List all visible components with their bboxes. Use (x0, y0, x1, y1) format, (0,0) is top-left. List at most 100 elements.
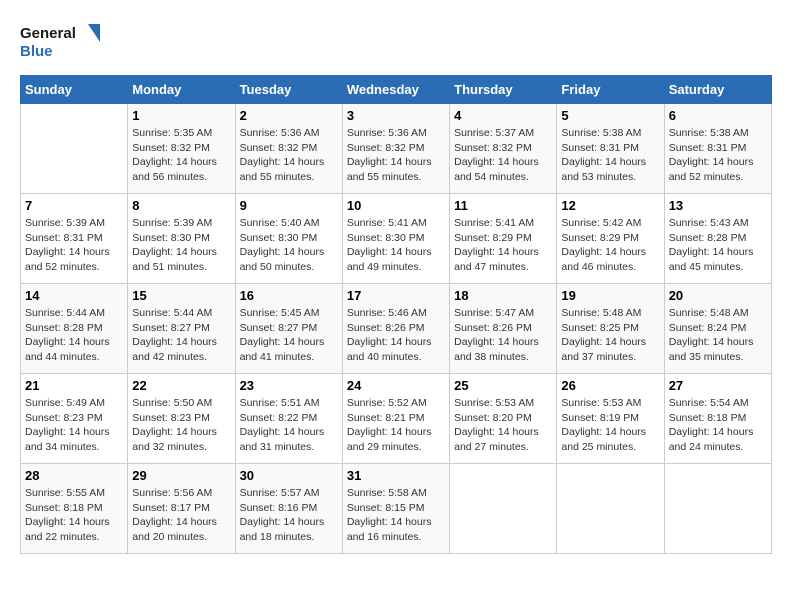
day-number: 8 (132, 198, 230, 213)
day-info: Sunrise: 5:46 AM Sunset: 8:26 PM Dayligh… (347, 306, 445, 365)
day-number: 16 (240, 288, 338, 303)
calendar-cell: 30 Sunrise: 5:57 AM Sunset: 8:16 PM Dayli… (235, 464, 342, 554)
calendar-cell: 29 Sunrise: 5:56 AM Sunset: 8:17 PM Dayli… (128, 464, 235, 554)
calendar-cell: 28 Sunrise: 5:55 AM Sunset: 8:18 PM Dayli… (21, 464, 128, 554)
day-number: 21 (25, 378, 123, 393)
calendar-cell: 6 Sunrise: 5:38 AM Sunset: 8:31 PM Daylig… (664, 104, 771, 194)
day-info: Sunrise: 5:41 AM Sunset: 8:29 PM Dayligh… (454, 216, 552, 275)
logo-svg: General Blue (20, 20, 100, 65)
day-info: Sunrise: 5:44 AM Sunset: 8:28 PM Dayligh… (25, 306, 123, 365)
calendar-cell: 11 Sunrise: 5:41 AM Sunset: 8:29 PM Dayli… (450, 194, 557, 284)
calendar-cell (557, 464, 664, 554)
col-header-tuesday: Tuesday (235, 76, 342, 104)
day-number: 12 (561, 198, 659, 213)
day-number: 28 (25, 468, 123, 483)
day-info: Sunrise: 5:55 AM Sunset: 8:18 PM Dayligh… (25, 486, 123, 545)
day-info: Sunrise: 5:43 AM Sunset: 8:28 PM Dayligh… (669, 216, 767, 275)
calendar-cell: 2Sunrise: 5:36 AM Sunset: 8:32 PM Daylig… (235, 104, 342, 194)
calendar-cell (450, 464, 557, 554)
day-info: Sunrise: 5:51 AM Sunset: 8:22 PM Dayligh… (240, 396, 338, 455)
day-number: 20 (669, 288, 767, 303)
day-info: Sunrise: 5:37 AM Sunset: 8:32 PM Dayligh… (454, 126, 552, 185)
day-number: 4 (454, 108, 552, 123)
day-info: Sunrise: 5:50 AM Sunset: 8:23 PM Dayligh… (132, 396, 230, 455)
day-info: Sunrise: 5:44 AM Sunset: 8:27 PM Dayligh… (132, 306, 230, 365)
day-number: 22 (132, 378, 230, 393)
day-number: 18 (454, 288, 552, 303)
day-number: 7 (25, 198, 123, 213)
day-number: 1 (132, 108, 230, 123)
calendar-cell (664, 464, 771, 554)
day-info: Sunrise: 5:48 AM Sunset: 8:25 PM Dayligh… (561, 306, 659, 365)
day-info: Sunrise: 5:38 AM Sunset: 8:31 PM Dayligh… (669, 126, 767, 185)
calendar-cell: 12Sunrise: 5:42 AM Sunset: 8:29 PM Dayli… (557, 194, 664, 284)
calendar-cell: 13 Sunrise: 5:43 AM Sunset: 8:28 PM Dayli… (664, 194, 771, 284)
calendar-cell: 4 Sunrise: 5:37 AM Sunset: 8:32 PM Daylig… (450, 104, 557, 194)
calendar-cell: 14 Sunrise: 5:44 AM Sunset: 8:28 PM Dayli… (21, 284, 128, 374)
day-number: 31 (347, 468, 445, 483)
calendar-cell: 26 Sunrise: 5:53 AM Sunset: 8:19 PM Dayli… (557, 374, 664, 464)
day-number: 6 (669, 108, 767, 123)
day-info: Sunrise: 5:40 AM Sunset: 8:30 PM Dayligh… (240, 216, 338, 275)
calendar-table: SundayMondayTuesdayWednesdayThursdayFrid… (20, 75, 772, 554)
svg-text:General: General (20, 25, 76, 42)
day-number: 23 (240, 378, 338, 393)
day-info: Sunrise: 5:56 AM Sunset: 8:17 PM Dayligh… (132, 486, 230, 545)
col-header-thursday: Thursday (450, 76, 557, 104)
day-info: Sunrise: 5:35 AM Sunset: 8:32 PM Dayligh… (132, 126, 230, 185)
calendar-cell: 18 Sunrise: 5:47 AM Sunset: 8:26 PM Dayli… (450, 284, 557, 374)
day-info: Sunrise: 5:36 AM Sunset: 8:32 PM Dayligh… (347, 126, 445, 185)
calendar-cell: 27Sunrise: 5:54 AM Sunset: 8:18 PM Dayli… (664, 374, 771, 464)
calendar-cell: 15 Sunrise: 5:44 AM Sunset: 8:27 PM Dayli… (128, 284, 235, 374)
calendar-cell: 21 Sunrise: 5:49 AM Sunset: 8:23 PM Dayli… (21, 374, 128, 464)
day-number: 26 (561, 378, 659, 393)
svg-text:Blue: Blue (20, 43, 53, 60)
day-info: Sunrise: 5:38 AM Sunset: 8:31 PM Dayligh… (561, 126, 659, 185)
calendar-cell: 10 Sunrise: 5:41 AM Sunset: 8:30 PM Dayli… (342, 194, 449, 284)
calendar-cell: 23 Sunrise: 5:51 AM Sunset: 8:22 PM Dayli… (235, 374, 342, 464)
day-number: 2 (240, 108, 338, 123)
calendar-cell: 16 Sunrise: 5:45 AM Sunset: 8:27 PM Dayli… (235, 284, 342, 374)
calendar-cell: 7 Sunrise: 5:39 AM Sunset: 8:31 PM Daylig… (21, 194, 128, 284)
calendar-cell: 1 Sunrise: 5:35 AM Sunset: 8:32 PM Daylig… (128, 104, 235, 194)
calendar-cell: 3 Sunrise: 5:36 AM Sunset: 8:32 PM Daylig… (342, 104, 449, 194)
calendar-cell (21, 104, 128, 194)
calendar-cell: 8 Sunrise: 5:39 AM Sunset: 8:30 PM Daylig… (128, 194, 235, 284)
calendar-cell: 24 Sunrise: 5:52 AM Sunset: 8:21 PM Dayli… (342, 374, 449, 464)
calendar-cell: 20Sunrise: 5:48 AM Sunset: 8:24 PM Dayli… (664, 284, 771, 374)
day-info: Sunrise: 5:57 AM Sunset: 8:16 PM Dayligh… (240, 486, 338, 545)
calendar-cell: 25 Sunrise: 5:53 AM Sunset: 8:20 PM Dayli… (450, 374, 557, 464)
day-number: 24 (347, 378, 445, 393)
day-number: 11 (454, 198, 552, 213)
day-number: 14 (25, 288, 123, 303)
page-header: General Blue (20, 20, 772, 65)
calendar-cell: 17Sunrise: 5:46 AM Sunset: 8:26 PM Dayli… (342, 284, 449, 374)
day-number: 30 (240, 468, 338, 483)
col-header-monday: Monday (128, 76, 235, 104)
day-number: 25 (454, 378, 552, 393)
calendar-cell: 9Sunrise: 5:40 AM Sunset: 8:30 PM Daylig… (235, 194, 342, 284)
col-header-wednesday: Wednesday (342, 76, 449, 104)
day-info: Sunrise: 5:45 AM Sunset: 8:27 PM Dayligh… (240, 306, 338, 365)
day-info: Sunrise: 5:47 AM Sunset: 8:26 PM Dayligh… (454, 306, 552, 365)
day-info: Sunrise: 5:52 AM Sunset: 8:21 PM Dayligh… (347, 396, 445, 455)
col-header-sunday: Sunday (21, 76, 128, 104)
day-info: Sunrise: 5:41 AM Sunset: 8:30 PM Dayligh… (347, 216, 445, 275)
day-info: Sunrise: 5:39 AM Sunset: 8:31 PM Dayligh… (25, 216, 123, 275)
day-number: 10 (347, 198, 445, 213)
calendar-cell: 31 Sunrise: 5:58 AM Sunset: 8:15 PM Dayli… (342, 464, 449, 554)
calendar-cell: 5 Sunrise: 5:38 AM Sunset: 8:31 PM Daylig… (557, 104, 664, 194)
day-number: 15 (132, 288, 230, 303)
day-info: Sunrise: 5:49 AM Sunset: 8:23 PM Dayligh… (25, 396, 123, 455)
day-number: 13 (669, 198, 767, 213)
day-info: Sunrise: 5:58 AM Sunset: 8:15 PM Dayligh… (347, 486, 445, 545)
day-number: 3 (347, 108, 445, 123)
day-number: 27 (669, 378, 767, 393)
day-info: Sunrise: 5:53 AM Sunset: 8:19 PM Dayligh… (561, 396, 659, 455)
day-info: Sunrise: 5:39 AM Sunset: 8:30 PM Dayligh… (132, 216, 230, 275)
calendar-cell: 19Sunrise: 5:48 AM Sunset: 8:25 PM Dayli… (557, 284, 664, 374)
day-number: 5 (561, 108, 659, 123)
day-info: Sunrise: 5:53 AM Sunset: 8:20 PM Dayligh… (454, 396, 552, 455)
col-header-saturday: Saturday (664, 76, 771, 104)
day-number: 29 (132, 468, 230, 483)
